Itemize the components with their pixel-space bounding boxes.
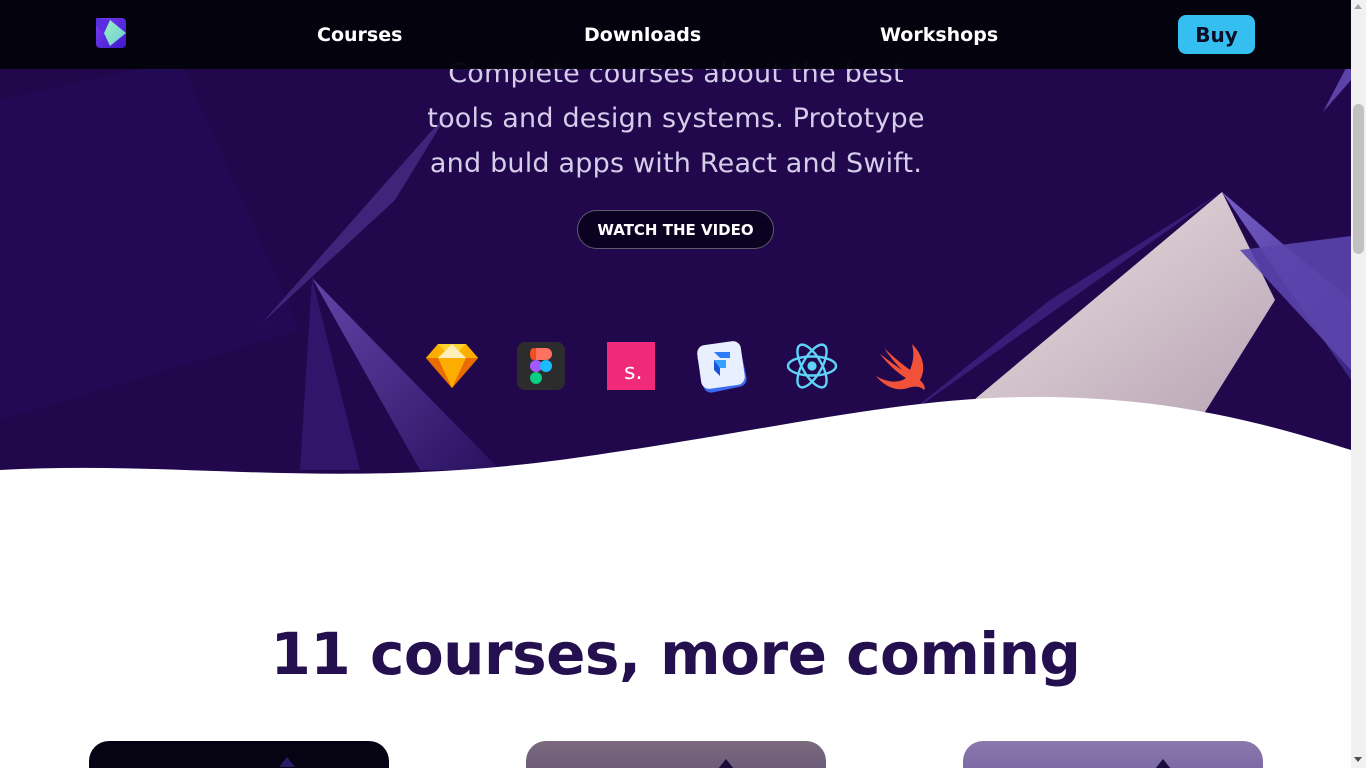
figma-icon <box>517 342 565 390</box>
hero-line-2: tools and design systems. Prototype <box>427 103 925 134</box>
nav-courses-link[interactable]: Courses <box>317 22 402 48</box>
vertical-scrollbar[interactable] <box>1351 0 1366 768</box>
course-card[interactable] <box>89 741 389 768</box>
watch-video-button[interactable]: WATCH THE VIDEO <box>577 210 774 249</box>
card-peak-shape <box>1155 759 1171 768</box>
react-icon <box>786 343 838 389</box>
courses-section-title: 11 courses, more coming <box>270 620 1081 688</box>
hero-line-3: and buld apps with React and Swift. <box>429 148 923 179</box>
scroll-up-arrow-icon[interactable] <box>1354 4 1362 9</box>
top-navigation: Courses Downloads Workshops Buy <box>0 0 1351 69</box>
sketch-icon <box>426 344 478 388</box>
buy-button[interactable]: Buy <box>1178 15 1255 54</box>
brand-logo-icon[interactable] <box>94 16 128 50</box>
swift-icon <box>876 344 925 390</box>
course-card[interactable] <box>526 741 826 768</box>
hero-description: Complete courses about the best tools an… <box>376 51 976 186</box>
course-card[interactable] <box>963 741 1263 768</box>
nav-downloads-link[interactable]: Downloads <box>584 22 701 48</box>
tool-logos: s. <box>420 338 940 398</box>
scroll-down-arrow-icon[interactable] <box>1354 757 1362 762</box>
scrollbar-thumb[interactable] <box>1353 104 1364 254</box>
framer-icon <box>697 341 747 393</box>
card-peak-shape <box>279 757 295 767</box>
hero-section: Complete courses about the best tools an… <box>0 0 1351 490</box>
nav-workshops-link[interactable]: Workshops <box>880 22 998 48</box>
studio-letter: s. <box>624 360 643 385</box>
card-peak-shape <box>718 759 734 768</box>
